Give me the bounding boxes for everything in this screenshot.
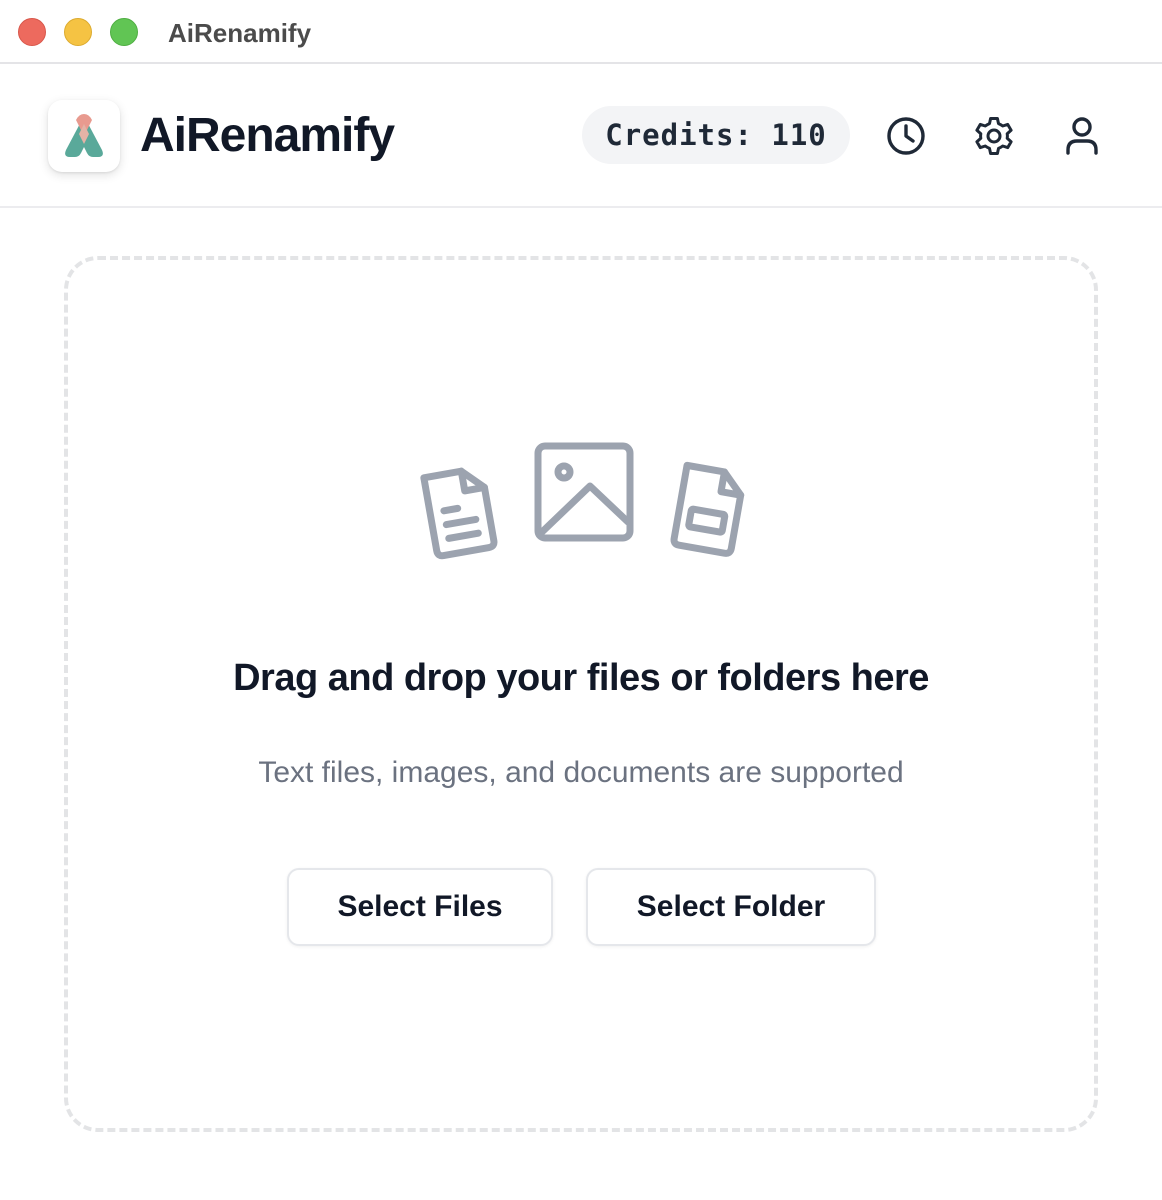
window-zoom-button[interactable] (110, 18, 138, 46)
text-file-icon (412, 460, 508, 565)
select-folder-button[interactable]: Select Folder (586, 868, 876, 946)
window-minimize-button[interactable] (64, 18, 92, 46)
dropzone-subtext: Text files, images, and documents are su… (258, 756, 904, 789)
credits-badge: Credits: 110 (582, 106, 850, 164)
image-icon (532, 440, 636, 549)
document-icon (662, 458, 758, 563)
file-type-icons (412, 440, 758, 560)
dropzone-heading: Drag and drop your files or folders here (233, 657, 929, 699)
app-name: AiRenamify (140, 109, 395, 162)
window-title: AiRenamify (168, 18, 312, 48)
app-header: AiRenamify Credits: 110 (0, 64, 1162, 208)
history-icon[interactable] (882, 112, 930, 160)
app-logo (48, 100, 120, 172)
select-files-button[interactable]: Select Files (287, 868, 553, 946)
window-close-button[interactable] (18, 18, 46, 46)
user-icon[interactable] (1058, 112, 1106, 160)
settings-icon[interactable] (970, 112, 1018, 160)
logo-icon (65, 114, 103, 157)
file-dropzone[interactable]: Drag and drop your files or folders here… (64, 256, 1098, 1132)
window-titlebar: AiRenamify (0, 0, 1162, 64)
